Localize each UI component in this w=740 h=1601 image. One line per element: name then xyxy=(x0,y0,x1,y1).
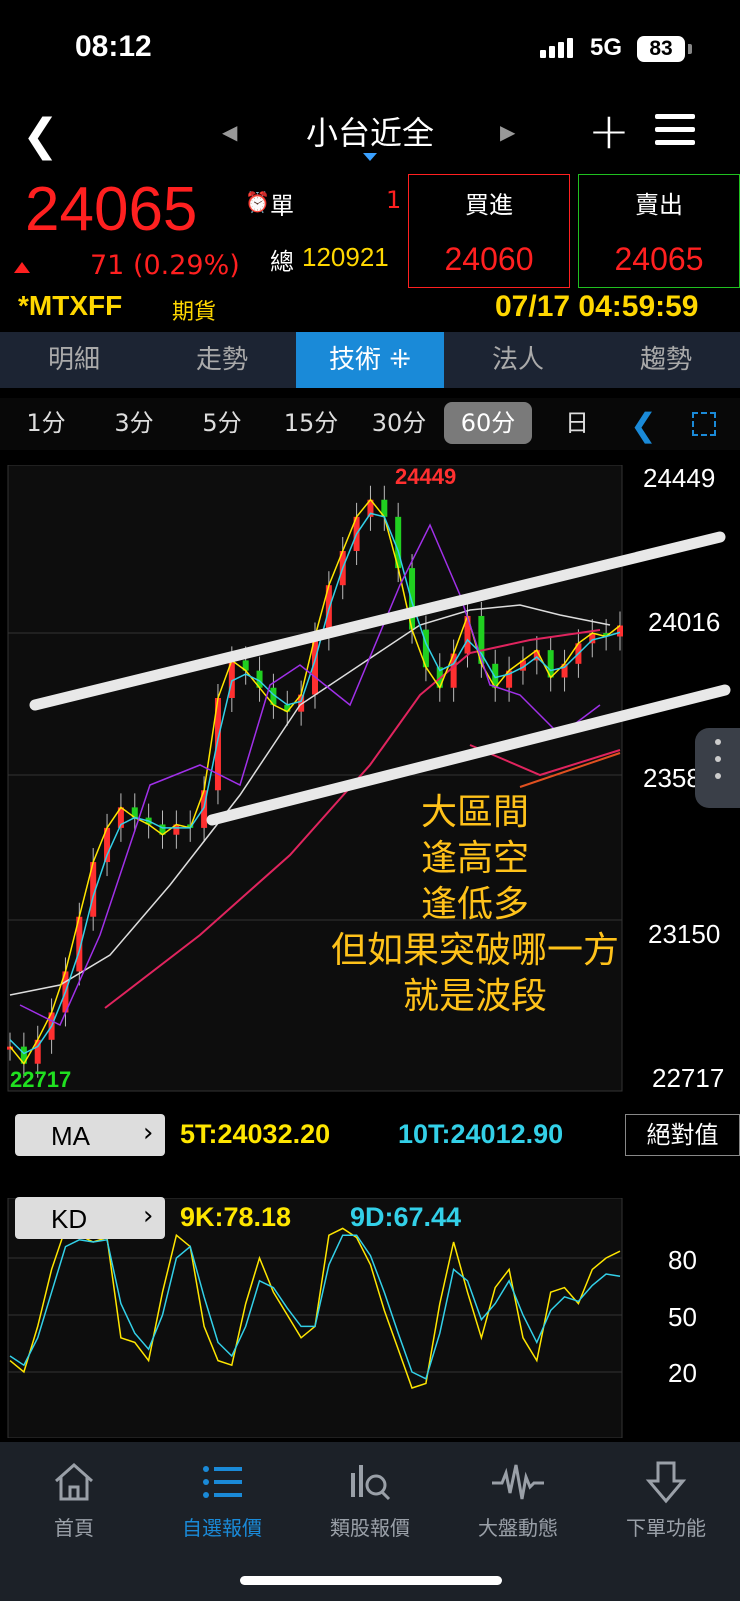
total-volume-label: 總 xyxy=(270,248,294,276)
total-volume-value: 120921 xyxy=(302,242,389,272)
ma10-value: 10T:24012.90 xyxy=(398,1119,564,1149)
tab-bar: 明細 走勢 技術 ⁜ 法人 趨勢 xyxy=(0,332,740,388)
nav-market[interactable]: 大盤動態 xyxy=(444,1452,592,1541)
nav-sector[interactable]: 類股報價 xyxy=(296,1452,444,1541)
k-value: 9K:78.18 xyxy=(180,1202,292,1232)
single-volume-label: 單 xyxy=(270,192,294,220)
high-label: 24449 xyxy=(395,465,456,489)
low-label: 22717 xyxy=(10,1067,71,1092)
tab-detail[interactable]: 明細 xyxy=(0,332,148,388)
period-5min[interactable]: 5分 xyxy=(190,402,254,444)
annotation-line: 逢高空 xyxy=(420,838,529,879)
next-arrow-icon[interactable]: ▶ xyxy=(500,120,515,144)
nav-home[interactable]: 首頁 xyxy=(0,1452,148,1541)
plus-icon[interactable]: + xyxy=(588,102,630,160)
sector-search-icon xyxy=(296,1452,444,1512)
kd-axis-label: 50 xyxy=(668,1302,697,1332)
nav-sector-label: 類股報價 xyxy=(330,1516,410,1540)
kd-label: KD xyxy=(51,1204,88,1234)
single-volume-value: 1 xyxy=(386,186,402,214)
order-down-icon xyxy=(592,1452,740,1512)
signal-icon xyxy=(540,38,576,58)
kd-selector[interactable]: KD › xyxy=(15,1197,165,1239)
home-icon xyxy=(0,1452,148,1512)
nav-home-label: 首頁 xyxy=(54,1516,94,1540)
home-indicator[interactable] xyxy=(240,1576,502,1585)
last-price: 24065 xyxy=(25,175,198,244)
tab-tendency[interactable]: 趨勢 xyxy=(592,332,740,388)
list-icon xyxy=(148,1452,296,1512)
network-label: 5G xyxy=(590,34,623,61)
buy-button[interactable]: 買進 24060 xyxy=(408,174,570,288)
period-60min[interactable]: 60分 xyxy=(444,402,532,444)
tab-technical[interactable]: 技術 ⁜ xyxy=(296,332,444,388)
nav-market-label: 大盤動態 xyxy=(478,1516,558,1540)
sell-price: 24065 xyxy=(614,241,704,277)
symbol-code: *MTXFF xyxy=(18,290,123,321)
annotation-line: 但如果突破哪一方 xyxy=(330,930,619,971)
price-change: 71 (0.29%) xyxy=(90,250,240,281)
ma-selector[interactable]: MA › xyxy=(15,1114,165,1156)
ma-label: MA xyxy=(51,1121,90,1151)
nav-order[interactable]: 下單功能 xyxy=(592,1452,740,1541)
d-value: 9D:67.44 xyxy=(350,1202,462,1232)
status-bar: 08:12 5G 83 xyxy=(0,0,740,100)
kd-axis-label: 20 xyxy=(668,1358,697,1388)
period-day[interactable]: 日 xyxy=(552,402,602,444)
annotation-line: 逢低多 xyxy=(420,884,529,925)
menu-icon[interactable] xyxy=(655,114,695,153)
period-30min[interactable]: 30分 xyxy=(362,402,436,444)
price-axis-label: 24449 xyxy=(643,465,715,493)
sell-button[interactable]: 賣出 24065 xyxy=(578,174,740,288)
period-1min[interactable]: 1分 xyxy=(14,402,78,444)
chart-annotation: 大區間 逢高空 逢低多 但如果突破哪一方 就是波段 xyxy=(290,790,660,1020)
fullscreen-icon[interactable] xyxy=(692,412,716,436)
page-title[interactable]: 小台近全 xyxy=(270,108,470,154)
buy-price: 24060 xyxy=(444,241,534,277)
chevron-down-icon xyxy=(363,153,377,161)
instrument-kind: 期貨 xyxy=(172,300,217,325)
tab-trend[interactable]: 走勢 xyxy=(148,332,296,388)
ma5-value: 5T:24032.20 xyxy=(180,1119,331,1149)
kd-indicator-bar: KD › 9K:78.18 9D:67.44 xyxy=(0,1196,740,1242)
chevron-right-icon: › xyxy=(143,1118,154,1148)
nav-watchlist[interactable]: 自選報價 xyxy=(148,1452,296,1541)
prev-arrow-icon[interactable]: ◀ xyxy=(222,120,237,144)
annotation-line: 大區間 xyxy=(420,792,529,833)
up-triangle-icon xyxy=(14,262,30,273)
sell-label: 賣出 xyxy=(635,191,683,219)
nav-order-label: 下單功能 xyxy=(626,1516,706,1540)
absolute-value-button[interactable]: 絕對值 xyxy=(625,1114,740,1156)
annotation-line: 就是波段 xyxy=(402,976,547,1017)
collapse-chevron-icon[interactable]: ❮ xyxy=(630,406,657,444)
battery-icon: 83 xyxy=(637,36,685,62)
period-15min[interactable]: 15分 xyxy=(274,402,348,444)
buy-label: 買進 xyxy=(465,191,513,219)
kd-axis-label: 80 xyxy=(668,1245,697,1275)
nav-watchlist-label: 自選報價 xyxy=(182,1516,262,1540)
price-axis-label: 22717 xyxy=(652,1063,724,1093)
alarm-clock-icon: ⏰ xyxy=(245,190,270,214)
ma-indicator-bar: MA › 5T:24032.20 10T:24012.90 絕對值 xyxy=(0,1113,740,1159)
pulse-icon xyxy=(444,1452,592,1512)
more-options-handle[interactable] xyxy=(695,728,740,808)
battery-tip xyxy=(688,44,692,54)
quote-panel: 24065 71 (0.29%) ⏰ 單 1 總 120921 買進 24060… xyxy=(0,172,740,325)
back-chevron-icon[interactable]: ❮ xyxy=(22,110,59,161)
status-time: 08:12 xyxy=(75,30,152,63)
chevron-right-icon: › xyxy=(143,1201,154,1231)
price-axis-label: 24016 xyxy=(648,607,720,637)
period-3min[interactable]: 3分 xyxy=(102,402,166,444)
nav-bar: ❮ ◀ 小台近全 ▶ + xyxy=(0,100,740,172)
period-selector: 1分 3分 5分 15分 30分 60分 日 ❮ xyxy=(0,398,740,450)
tab-institutional[interactable]: 法人 xyxy=(444,332,592,388)
quote-datetime: 07/17 04:59:59 xyxy=(495,290,699,323)
